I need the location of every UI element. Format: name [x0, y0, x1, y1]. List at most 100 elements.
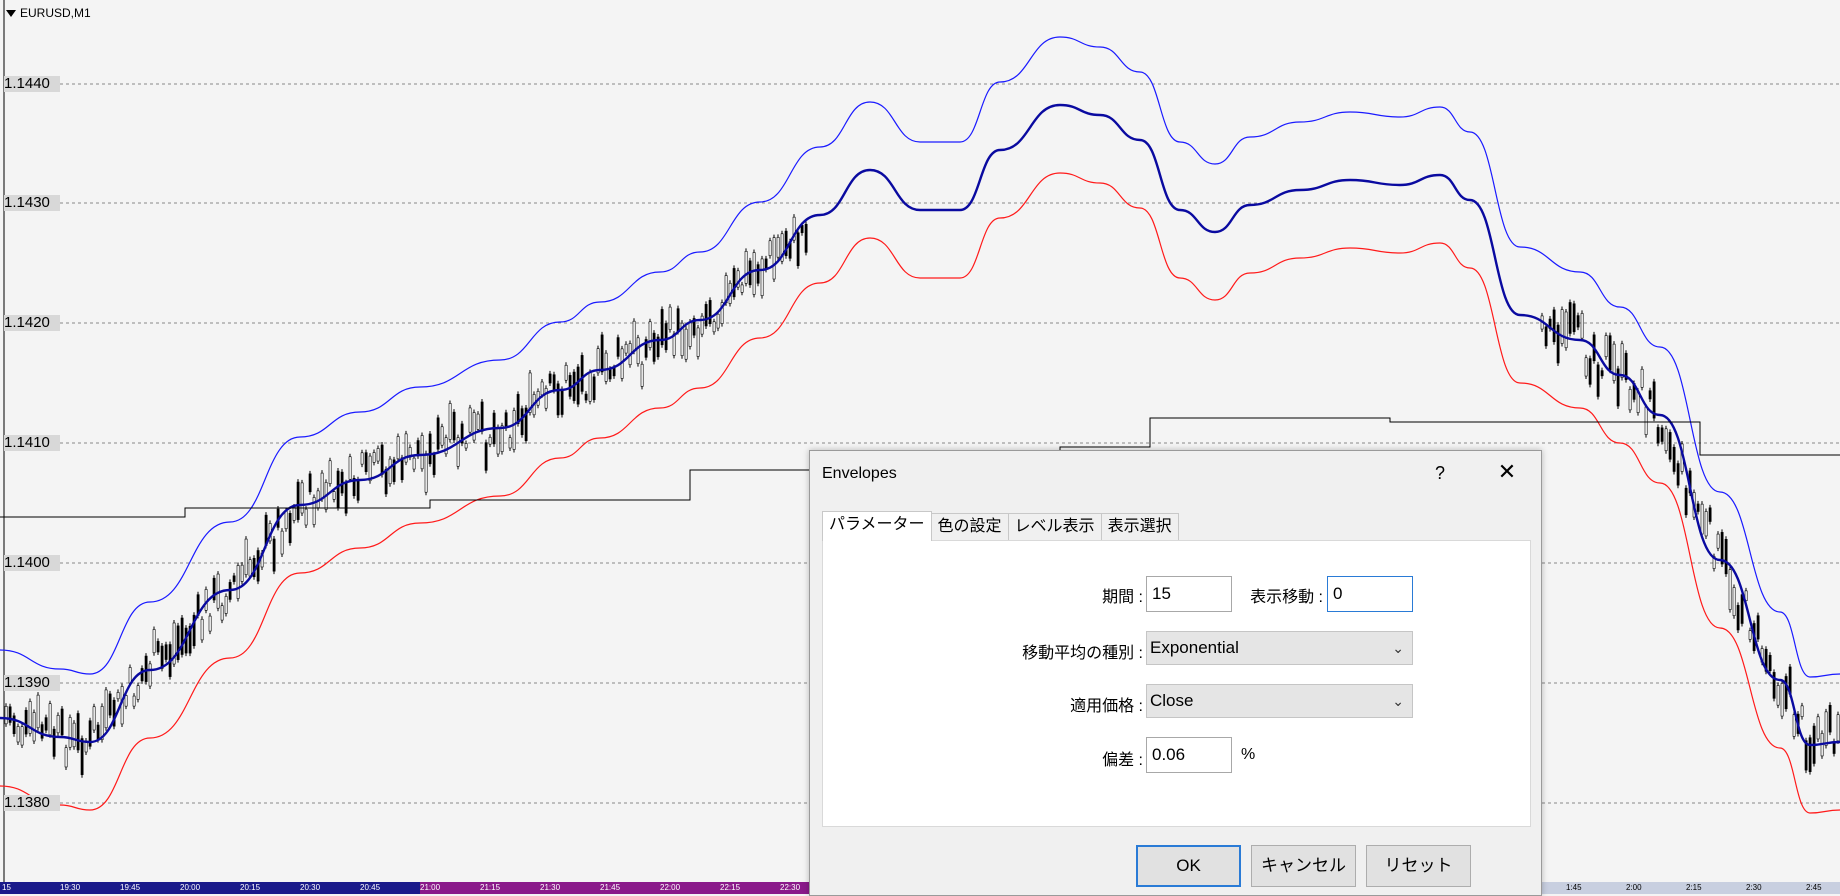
candle-body — [72, 722, 76, 748]
time-label: 2:30 — [1746, 883, 1762, 892]
candle-body — [1560, 309, 1564, 344]
candle-body — [448, 403, 452, 440]
candle-body — [76, 713, 80, 751]
candle-body — [468, 407, 472, 433]
time-label: 21:15 — [480, 883, 501, 892]
price-label: 1.1420 — [4, 315, 60, 331]
cancel-button[interactable]: キャンセル — [1251, 845, 1356, 887]
candle-body — [308, 473, 312, 493]
help-icon[interactable]: ? — [1430, 463, 1450, 484]
time-label: 20:15 — [240, 883, 261, 892]
candle-body — [616, 337, 620, 357]
candle-body — [224, 596, 228, 614]
candle-body — [464, 443, 468, 449]
candle-body — [428, 433, 432, 465]
candle-body — [372, 452, 376, 463]
candle-body — [236, 565, 240, 599]
candle-body — [476, 413, 480, 430]
candle-body — [1588, 358, 1592, 385]
candle-body — [424, 453, 428, 493]
chevron-down-icon[interactable] — [6, 9, 16, 17]
applied-price-label: 適用価格 : — [1070, 698, 1143, 715]
candle-body — [688, 321, 692, 347]
candle-body — [544, 388, 548, 409]
symbol-label: EURUSD,M1 — [20, 6, 91, 20]
candle-body — [640, 363, 644, 387]
candle-body — [576, 366, 580, 405]
candle-body — [240, 564, 244, 582]
candle-body — [124, 695, 128, 707]
tab-parameters[interactable]: パラメーター — [822, 511, 932, 541]
candle-body — [760, 258, 764, 296]
candle-body — [1556, 324, 1560, 364]
candle-body — [1656, 427, 1660, 444]
chart-symbol[interactable]: EURUSD,M1 — [6, 6, 91, 20]
tab-levels[interactable]: レベル表示 — [1007, 513, 1102, 540]
candle-body — [368, 455, 372, 482]
deviation-field[interactable]: 0.06 — [1146, 737, 1232, 773]
candle-body — [148, 663, 152, 687]
shift-field[interactable]: 0 — [1327, 576, 1413, 612]
tab-colors[interactable]: 色の設定 — [930, 513, 1009, 540]
candle-body — [1628, 388, 1632, 411]
ma-method-select[interactable]: Exponential ⌄ — [1146, 631, 1413, 665]
applied-price-select[interactable]: Close ⌄ — [1146, 684, 1413, 718]
candle-body — [1792, 714, 1796, 737]
candle-body — [632, 320, 636, 352]
candle-body — [24, 709, 28, 735]
envelopes-dialog: Envelopes ? ✕ パラメーター 色の設定 レベル表示 表示選択 期間 … — [809, 450, 1542, 896]
candle-body — [580, 355, 584, 392]
candle-body — [732, 268, 736, 298]
candle-body — [336, 470, 340, 508]
time-label: 2:15 — [1686, 883, 1702, 892]
candle-body — [1544, 326, 1548, 347]
close-icon[interactable]: ✕ — [1494, 459, 1520, 485]
candle-body — [384, 469, 388, 495]
candle-body — [96, 724, 100, 740]
candle-body — [704, 304, 708, 327]
ok-button[interactable]: OK — [1136, 845, 1241, 887]
candle-body — [1684, 487, 1688, 516]
candle-body — [716, 313, 720, 329]
candle-body — [500, 425, 504, 452]
candle-body — [1708, 507, 1712, 522]
candle-body — [280, 530, 284, 555]
candle-body — [472, 412, 476, 441]
deviation-unit: % — [1241, 746, 1256, 763]
candle-body — [564, 364, 568, 381]
period-label: 期間 : — [1102, 589, 1143, 606]
candle-body — [796, 232, 800, 267]
candle-body — [144, 655, 148, 682]
price-label: 1.1400 — [4, 555, 60, 571]
shift-label: 表示移動 : — [1250, 589, 1323, 606]
time-label: 20:30 — [300, 883, 321, 892]
candle-body — [108, 693, 112, 716]
candle-body — [752, 252, 756, 295]
candle-body — [420, 435, 424, 470]
candle-body — [1716, 533, 1720, 549]
candle-body — [16, 726, 20, 743]
deviation-label: 偏差 : — [1102, 752, 1143, 769]
price-label: 1.1380 — [4, 795, 60, 811]
candle-body — [400, 457, 404, 481]
tab-visualization[interactable]: 表示選択 — [1100, 513, 1179, 540]
candle-body — [484, 442, 488, 471]
ma-method-label: 移動平均の種別 : — [1022, 645, 1143, 662]
candle-body — [348, 456, 352, 480]
candle-body — [376, 448, 380, 462]
candle-body — [116, 692, 120, 700]
reset-button[interactable]: リセット — [1366, 845, 1471, 887]
time-label: 19:30 — [60, 883, 81, 892]
candle-body — [136, 685, 140, 700]
candle-body — [1728, 569, 1732, 610]
price-label: 1.1440 — [4, 76, 60, 92]
candle-body — [56, 715, 60, 734]
time-label: 21:30 — [540, 883, 561, 892]
period-field[interactable]: 15 — [1146, 576, 1232, 612]
candle-body — [232, 575, 236, 582]
candle-body — [1828, 705, 1832, 733]
candle-body — [1736, 605, 1740, 631]
candle-body — [320, 472, 324, 500]
candle-body — [600, 334, 604, 373]
time-label: 19:45 — [120, 883, 141, 892]
